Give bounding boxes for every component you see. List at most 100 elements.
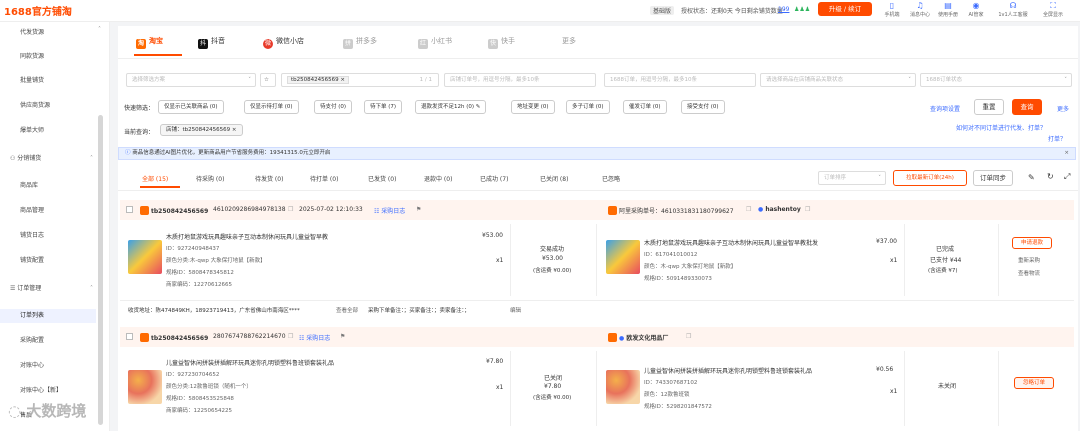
status-tab-all[interactable]: 全部 (15)	[142, 174, 168, 183]
app-logo[interactable]: 1688官方铺淘	[4, 3, 72, 18]
sidebar-item-hot[interactable]: 爆单大师	[0, 124, 105, 138]
sidebar-item-product-lib[interactable]: 商品库	[0, 179, 105, 193]
status-tab-refunding[interactable]: 退款中 (0)	[424, 174, 452, 183]
status-tab-ignored[interactable]: 已忽略	[602, 174, 620, 183]
help-link-2[interactable]: 打单？	[1048, 134, 1066, 143]
quick-filter-urge[interactable]: 催发订单 (0)	[623, 100, 667, 114]
expand-icon[interactable]: ⤢	[1064, 172, 1070, 182]
status-tab-closed[interactable]: 已关闭 (8)	[540, 174, 568, 183]
scheme-select[interactable]: 选择筛选方案 ˅	[126, 73, 256, 87]
product-thumbnail[interactable]	[128, 370, 162, 404]
purchase-log-link[interactable]: ☷ 采购日志	[374, 206, 405, 215]
shop-select[interactable]: tb250842456569 × 1 / 1	[281, 73, 439, 87]
view-all-link[interactable]: 查看全部	[336, 306, 358, 314]
supplier-name[interactable]: ● hashentoy	[758, 206, 801, 213]
flag-icon[interactable]: ⚑	[340, 333, 345, 340]
ali-product-thumbnail[interactable]	[606, 240, 640, 274]
repurchase-link[interactable]: 重新采购	[1018, 256, 1040, 264]
ali-qty: x1	[890, 388, 898, 395]
flag-icon[interactable]: ⚑	[416, 206, 421, 213]
close-icon[interactable]: ×	[1064, 148, 1069, 159]
favorite-star-button[interactable]: ☆	[260, 73, 276, 87]
sidebar-scrollbar[interactable]	[98, 115, 103, 425]
copy-icon[interactable]: ❐	[746, 206, 751, 213]
sidebar-item-batch[interactable]: 批量铺货	[0, 74, 105, 88]
tab-taobao[interactable]: 淘淘宝	[136, 36, 163, 49]
status-tab-to-print[interactable]: 待打单 (0)	[310, 174, 338, 183]
help-link[interactable]: 如何对不同订单进行代发、打单？	[956, 123, 1046, 132]
ignore-order-button[interactable]: 忽略订单	[1014, 377, 1054, 389]
ali-product-title[interactable]: 儿童益智休闲拼装拼插解环玩具迷你孔明锁塑料鲁班锁套装礼品	[644, 366, 812, 375]
upgrade-button[interactable]: 升级 / 续订	[818, 2, 872, 16]
sort-select[interactable]: 订单排序 ˅	[818, 171, 886, 185]
copy-icon[interactable]: ❐	[686, 333, 691, 340]
sidebar-item-reconcile[interactable]: 对账中心	[0, 359, 105, 373]
quick-filter-refund[interactable]: 退款发货不足12h (0) ✎	[415, 100, 487, 114]
quick-filter-address[interactable]: 地址变更 (0)	[511, 100, 555, 114]
quick-filter-to-print[interactable]: 仅显示待打单 (0)	[244, 100, 299, 114]
reset-button[interactable]: 重置	[974, 99, 1004, 115]
search-button[interactable]: 查询	[1012, 99, 1042, 115]
status-tab-to-purchase[interactable]: 待采购 (0)	[196, 174, 224, 183]
sidebar-group-orders[interactable]: ☰ 订单管理 ˄	[0, 282, 105, 296]
ali-product-thumbnail[interactable]	[606, 370, 640, 404]
fetch-orders-button[interactable]: 拉取最新订单(24h)	[893, 170, 967, 186]
current-query-tag[interactable]: 店铺：tb250842456569 ×	[160, 124, 243, 136]
quick-filter-accept-pay[interactable]: 接受支付 (0)	[681, 100, 725, 114]
tab-wechat[interactable]: 微微信小店	[263, 36, 304, 49]
auth-count[interactable]: 199	[778, 6, 789, 13]
sidebar-item-purchase-config[interactable]: 采购配置	[0, 334, 105, 348]
sidebar-item-config[interactable]: 铺货配置	[0, 254, 105, 268]
order-checkbox[interactable]	[126, 333, 133, 340]
chevron-up-icon[interactable]: ˄	[98, 26, 101, 33]
view-logistics-link[interactable]: 查看物流	[1018, 269, 1040, 277]
request-refund-button[interactable]: 申请退款	[1012, 237, 1052, 249]
status-tab-to-ship[interactable]: 待发货 (0)	[255, 174, 283, 183]
status-tab-success[interactable]: 已成功 (7)	[480, 174, 508, 183]
copy-icon[interactable]: ❐	[288, 206, 293, 213]
sidebar-item-dropship[interactable]: 代发货源	[0, 26, 105, 40]
sidebar-group-distribution[interactable]: ⚇ 分销铺货 ˄	[0, 152, 105, 166]
quick-filter-multi[interactable]: 多子订单 (0)	[566, 100, 610, 114]
top-icon-messages[interactable]: ♫ 消息中心	[905, 1, 935, 18]
order-checkbox[interactable]	[126, 206, 133, 213]
product-title[interactable]: 儿童益智休闲拼装拼插解环玩具迷你孔明锁塑料鲁班锁套装礼品	[166, 358, 334, 367]
edit-remarks-link[interactable]: 编辑	[510, 306, 521, 314]
product-title[interactable]: 木质打地鼠游戏玩具趣味亲子互动本制休闲玩具儿童益智早教	[166, 232, 328, 241]
refresh-icon[interactable]: ↻	[1047, 172, 1054, 181]
top-icon-fullscreen[interactable]: ⛶ 全屏显示	[1038, 1, 1068, 18]
sidebar-item-product-mgmt[interactable]: 商品管理	[0, 204, 105, 218]
copy-icon[interactable]: ❐	[288, 333, 293, 340]
top-icon-ai[interactable]: ◉ AI管家	[961, 1, 991, 18]
status-tab-shipped[interactable]: 已发货 (0)	[368, 174, 396, 183]
top-icon-mobile[interactable]: ▯ 手机端	[877, 1, 907, 18]
quick-filter-linked[interactable]: 仅显示已关联商品 (0)	[158, 100, 224, 114]
copy-icon[interactable]: ❐	[805, 206, 810, 213]
relation-status-select[interactable]: 请选择商品在店铺商品关联状态 ˅	[760, 73, 916, 87]
sync-orders-button[interactable]: 订单同步	[973, 170, 1013, 186]
sidebar-item-order-list[interactable]: 订单列表	[0, 309, 96, 323]
tab-kuaishou[interactable]: 快快手	[488, 36, 515, 49]
tab-xiaohongshu[interactable]: 红小红书	[418, 36, 452, 49]
quick-filter-to-order[interactable]: 待下单 (7)	[364, 100, 403, 114]
ali-order-input[interactable]: 1688订单，用逗号分隔，最多10条	[604, 73, 756, 87]
tab-more[interactable]: 更多	[562, 36, 576, 46]
quick-filter-unpaid[interactable]: 待支付 (0)	[314, 100, 353, 114]
product-thumbnail[interactable]	[128, 240, 162, 274]
top-icon-manual[interactable]: ▤ 使用手册	[933, 1, 963, 18]
sidebar-item-reconcile-new[interactable]: 对账中心【新】	[0, 384, 105, 398]
query-settings-link[interactable]: 查询项设置	[930, 104, 960, 113]
tab-douyin[interactable]: 抖抖音	[198, 36, 225, 49]
top-icon-service[interactable]: ☊ 1v1人工客服	[994, 1, 1032, 18]
sidebar-item-same-source[interactable]: 同款货源	[0, 50, 105, 64]
purchase-log-link[interactable]: ☷ 采购日志	[299, 333, 330, 342]
ali-status-select[interactable]: 1688订单状态 ˅	[920, 73, 1072, 87]
sidebar-item-supplier[interactable]: 供应商货源	[0, 99, 105, 113]
tab-pinduoduo[interactable]: 拼拼多多	[343, 36, 377, 49]
supplier-name[interactable]: ● 欧发文化用品厂	[608, 333, 668, 342]
ali-product-title[interactable]: 木质打地鼠游戏玩具趣味亲子互动木制休闲玩具儿童益智早教批发	[644, 238, 818, 247]
order-no-input[interactable]: 店铺订单号，用逗号分隔，最多10条	[444, 73, 596, 87]
more-filters-link[interactable]: 更多	[1057, 104, 1069, 113]
edit-icon[interactable]: ✎	[1028, 173, 1035, 182]
sidebar-item-log[interactable]: 铺货日志	[0, 229, 105, 243]
